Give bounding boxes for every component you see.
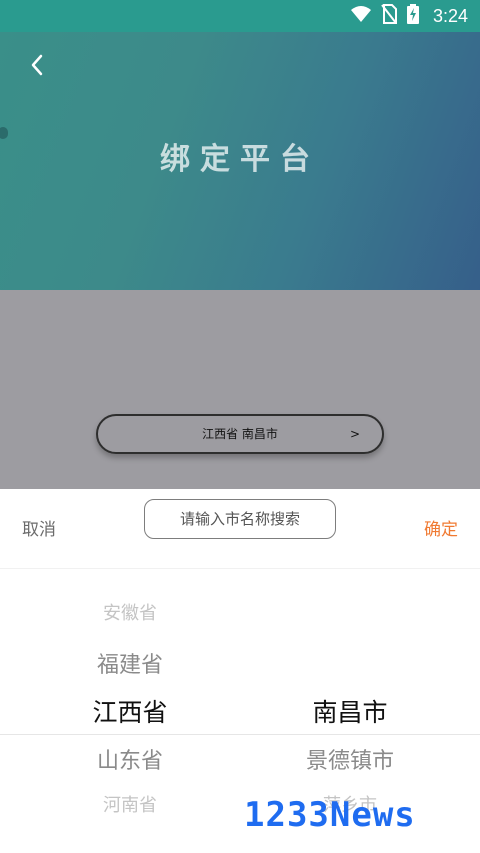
selection-divider [0,734,480,735]
chevron-right-icon: > [349,427,360,441]
picker-toolbar: 取消 确定 [0,489,480,569]
status-time: 3:24 [432,5,468,26]
province-option[interactable]: 河南省 [30,791,230,817]
city-search-input[interactable] [144,499,336,539]
wifi-icon [350,5,371,27]
province-option[interactable]: 安徽省 [30,599,230,625]
province-option-selected[interactable]: 江西省 [30,693,230,729]
status-icons: 3:24 [350,4,468,28]
city-option-selected[interactable]: 南昌市 [250,693,450,729]
battery-charging-icon [406,4,419,28]
region-selector-label: 江西省 南昌市 [202,427,278,441]
header: 绑定平台 [0,32,480,290]
back-button[interactable] [22,50,52,80]
page-title: 绑定平台 [160,142,320,177]
province-option[interactable]: 福建省 [30,647,230,679]
status-bar: 3:24 [0,0,480,32]
dimmed-content: 江西省 南昌市 > [0,290,480,489]
watermark-logo: 1233News [244,795,416,835]
region-selector-button[interactable]: 江西省 南昌市 > [96,414,384,454]
cancel-button[interactable]: 取消 [22,515,56,540]
province-option[interactable]: 山东省 [30,743,230,775]
confirm-button[interactable]: 确定 [424,515,458,540]
no-sim-icon [381,4,397,28]
city-option[interactable]: 景德镇市 [250,743,450,775]
province-column[interactable]: 安徽省 福建省 江西省 山东省 河南省 [30,569,230,853]
chevron-left-icon [31,54,43,76]
